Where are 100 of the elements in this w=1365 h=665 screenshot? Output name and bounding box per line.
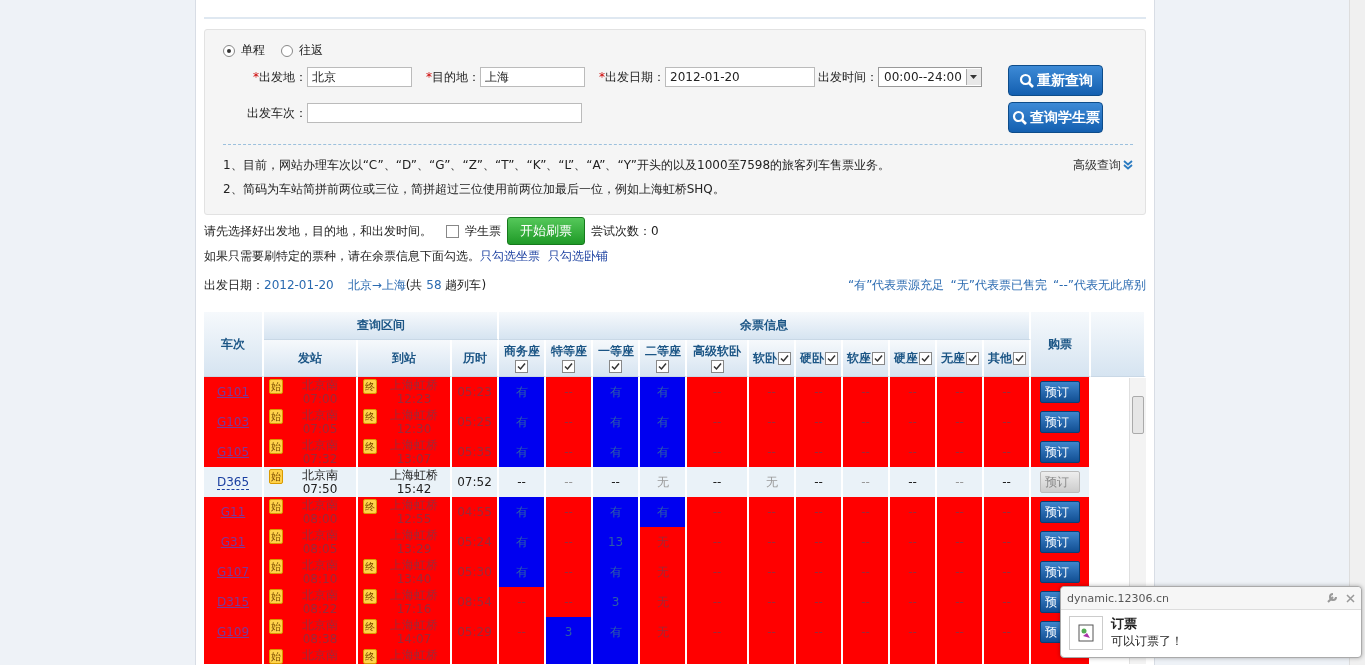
table-cell: 3 [593,587,641,617]
station-name: 北京南 [302,438,338,452]
field-label: *出发日期： [599,68,665,86]
column-header: 商务座 [503,343,540,360]
table-cell: -- [937,497,985,527]
table-cell: -- [843,617,891,647]
table-cell: -- [796,497,844,527]
table-cell: -- [890,437,938,467]
table-cell: -- [749,407,797,437]
table-cell: -- [796,467,844,497]
time-text: 12:30 [396,422,432,436]
table-cell: -- [890,377,938,407]
table-cell: -- [984,497,1032,527]
column-header: 历时 [452,340,500,377]
terminal-badge: 终 [363,589,377,604]
table-cell: 有 [499,527,547,557]
table-cell: -- [937,407,985,437]
time-text: 08:38 [302,632,338,646]
hint-text: 请先选择好出发地，目的地，和出发时间。 [204,222,432,240]
origin-badge: 始 [269,619,283,634]
time-text: 08:22 [302,602,338,616]
table-cell: 无 [640,587,688,617]
station-name: 上海虹桥 [390,498,438,512]
terminal-badge: 终 [363,379,377,394]
column-header: 车次 [204,312,264,377]
table-cell: -- [687,467,750,497]
time-text: 08:00 [302,512,338,526]
station-name: 上海虹桥 [390,378,438,392]
table-cell: -- [546,527,594,557]
table-cell: -- [749,617,797,647]
table-cell: 05:23 [452,377,500,407]
column-header: 硬座 [893,349,918,367]
table-cell: 05:35 [452,437,500,467]
table-cell: 08:54 [452,587,500,617]
table-cell: 无 [640,617,688,647]
table-cell: 有 [499,377,547,407]
station-name: 北京南 [302,558,338,572]
note-text: 1、目前，网站办理车次以“C”、“D”、“G”、“Z”、“T”、“K”、“L”、“A”、“Y”开头的以及1000至7598的旅客列车售票业务。 [223,157,891,174]
table-cell: -- [687,617,750,647]
origin-badge: 始 [269,469,283,484]
table-cell: -- [937,437,985,467]
table-cell: -- [984,587,1032,617]
table-cell: -- [843,527,891,557]
table-cell: 05:25 [452,407,500,437]
table-cell: -- [687,527,750,557]
table-cell: -- [546,497,594,527]
table-cell: -- [687,407,750,437]
table-cell: 有 [593,407,641,437]
table-cell: -- [843,467,891,497]
table-cell: 05:30 [452,557,500,587]
time-text: 08:05 [302,542,338,556]
time-text: 07:32 [302,452,338,466]
table-cell: 有 [593,377,641,407]
station-name: 北京南 [302,647,338,662]
table-cell: -- [593,467,641,497]
column-header: 软座 [846,349,871,367]
table-cell: -- [937,587,985,617]
terminal-badge: 终 [363,559,377,574]
table-cell: -- [937,467,985,497]
time-text: 07:00 [302,392,338,406]
radio-label: 单程 [241,42,265,59]
table-cell: -- [984,407,1032,437]
origin-badge: 始 [269,648,283,664]
table-cell: -- [546,377,594,407]
field-label: 出发车次： [247,104,307,122]
table-cell: -- [687,437,750,467]
origin-badge: 始 [269,499,283,514]
column-header: 无座 [940,349,965,367]
column-header: 购票 [1031,312,1092,377]
table-cell: -- [749,377,797,407]
legend-text: “--”代表无此席别 [1052,278,1146,292]
table-cell: -- [546,467,594,497]
table-cell: -- [984,617,1032,647]
origin-badge: 始 [269,379,283,394]
origin-badge: 始 [269,439,283,454]
column-header: 二等座 [644,343,681,360]
table-cell: 有 [640,437,688,467]
station-name: 上海虹桥 [390,618,438,632]
table-cell: 13 [593,527,641,557]
table-cell: 有 [593,557,641,587]
time-text: 07:50 [302,482,338,496]
table-cell: -- [687,377,750,407]
terminal-badge: 终 [363,499,377,514]
table-cell: -- [984,557,1032,587]
terminal-badge: 终 [363,409,377,424]
table-cell: 无 [640,467,688,497]
table-cell: -- [843,587,891,617]
table-cell: -- [796,437,844,467]
field-label: *出发地： [253,68,307,86]
time-text: 12:55 [396,512,432,526]
table-cell: 07:52 [452,467,500,497]
station-name: 北京南 [302,468,338,482]
route-text: 北京→上海 [347,278,406,292]
train-count: 58 [426,278,442,292]
table-cell: -- [890,467,938,497]
time-text: 15:42 [396,482,432,496]
table-cell: -- [843,497,891,527]
radio-label: 往返 [299,42,323,59]
table-cell: -- [687,587,750,617]
count-text: (共 [405,278,424,292]
